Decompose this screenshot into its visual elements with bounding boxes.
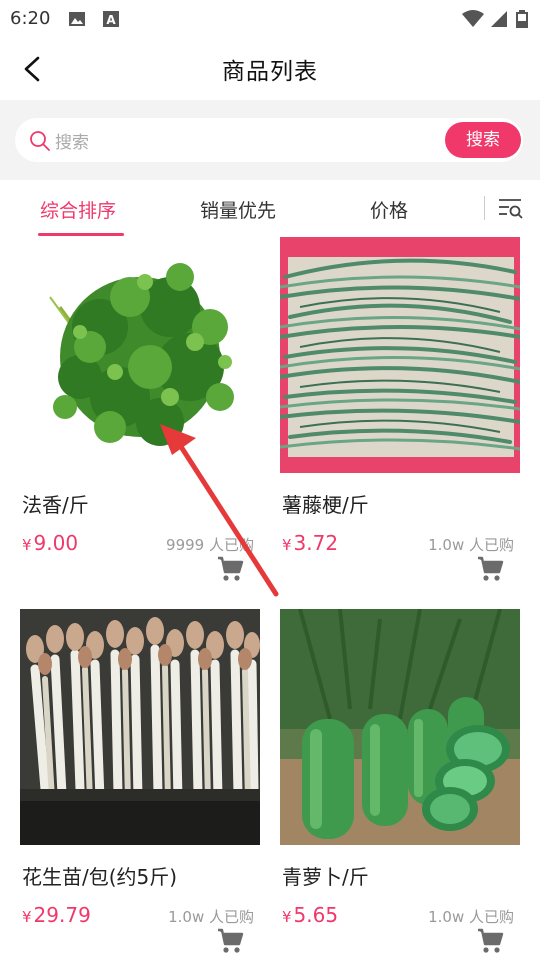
status-time: 6:20 bbox=[10, 8, 51, 29]
status-bar: 6:20 A bbox=[0, 0, 540, 38]
a-icon: A bbox=[103, 11, 119, 27]
search-input[interactable]: 搜索 搜索 bbox=[15, 118, 523, 162]
wifi-icon bbox=[462, 10, 484, 27]
signal-icon bbox=[491, 11, 507, 27]
product-price: ¥29.79 bbox=[22, 903, 91, 927]
product-sold-count: 1.0w 人已购 bbox=[168, 908, 254, 926]
search-icon bbox=[30, 131, 50, 151]
product-image[interactable] bbox=[280, 237, 520, 473]
product-name: 法香/斤 bbox=[22, 493, 89, 517]
product-image[interactable] bbox=[20, 609, 260, 845]
search-area: 搜索 搜索 bbox=[0, 100, 540, 180]
image-icon bbox=[69, 12, 85, 26]
search-button[interactable]: 搜索 bbox=[445, 122, 521, 158]
cart-icon[interactable] bbox=[476, 927, 504, 955]
tab-sales[interactable]: 销量优先 bbox=[200, 196, 276, 223]
product-price: ¥3.72 bbox=[282, 531, 339, 555]
product-name: 薯藤梗/斤 bbox=[282, 493, 369, 517]
tab-price[interactable]: 价格 bbox=[370, 196, 408, 223]
search-placeholder: 搜索 bbox=[55, 133, 89, 153]
cart-icon[interactable] bbox=[216, 555, 244, 583]
cart-icon[interactable] bbox=[216, 927, 244, 955]
product-image[interactable] bbox=[280, 609, 520, 845]
product-price: ¥5.65 bbox=[282, 903, 339, 927]
battery-icon bbox=[516, 10, 528, 28]
nav-bar: 商品列表 bbox=[0, 38, 540, 100]
svg-text:A: A bbox=[106, 13, 116, 27]
product-image[interactable] bbox=[20, 237, 260, 473]
tab-comprehensive[interactable]: 综合排序 bbox=[40, 196, 116, 223]
page-title: 商品列表 bbox=[222, 59, 318, 85]
filter-list-icon[interactable] bbox=[496, 196, 524, 222]
product-sold-count: 9999 人已购 bbox=[166, 536, 254, 554]
product-price: ¥9.00 bbox=[22, 531, 79, 555]
sort-tabs: 综合排序 销量优先 价格 bbox=[0, 180, 540, 236]
product-sold-count: 1.0w 人已购 bbox=[428, 908, 514, 926]
product-name: 花生苗/包(约5斤) bbox=[22, 865, 178, 889]
active-tab-indicator bbox=[38, 233, 124, 236]
cart-icon[interactable] bbox=[476, 555, 504, 583]
product-name: 青萝卜/斤 bbox=[282, 865, 369, 889]
tab-divider bbox=[484, 196, 485, 220]
product-sold-count: 1.0w 人已购 bbox=[428, 536, 514, 554]
